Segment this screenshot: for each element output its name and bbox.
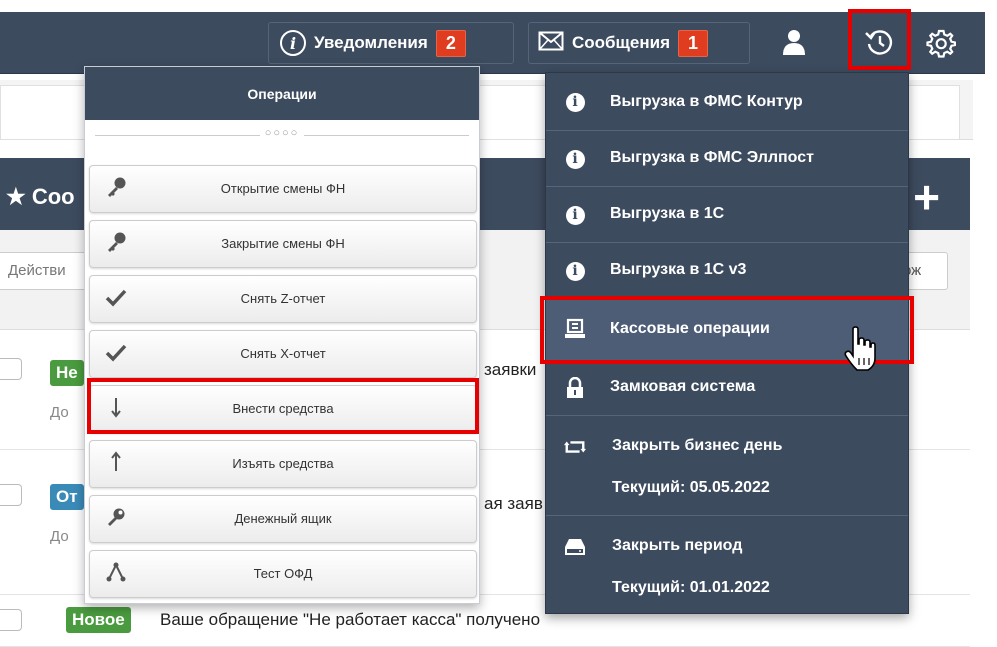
op-label: Изъять средства [232, 456, 334, 471]
history-icon[interactable] [864, 28, 894, 61]
info-icon: i [564, 204, 586, 226]
menu-item-label: Закрыть период [612, 537, 743, 554]
op-label: Закрытие смены ФН [221, 236, 345, 251]
row-checkbox[interactable] [0, 358, 22, 380]
gear-icon[interactable] [926, 28, 957, 63]
menu-item-subtitle: Текущий: 05.05.2022 [612, 479, 770, 496]
info-icon: i [280, 30, 306, 56]
row-subtitle: До [50, 404, 69, 421]
actions-dropdown[interactable]: Действи [0, 252, 92, 290]
op-label: Денежный ящик [234, 511, 332, 526]
menu-item-label: Кассовые операции [610, 320, 770, 337]
retweet-icon [564, 436, 586, 458]
user-icon[interactable] [782, 29, 806, 60]
lock-icon [564, 377, 586, 399]
cash-register-icon [564, 318, 586, 340]
status-badge: Новое [66, 607, 131, 633]
messages-button[interactable]: Сообщения 1 [538, 24, 708, 62]
notifications-button[interactable]: i Уведомления 2 [280, 24, 466, 62]
envelope-icon [538, 31, 564, 56]
menu-item-export-1c-v3[interactable]: i Выгрузка в 1С v3 [546, 243, 908, 299]
op-label: Тест ОФД [253, 566, 313, 581]
op-ofd-test-button[interactable]: Тест ОФД [89, 550, 477, 598]
messages-count-badge: 1 [677, 29, 708, 57]
row-title: ая заяв [484, 494, 543, 513]
op-close-shift-button[interactable]: Закрытие смены ФН [89, 220, 477, 268]
status-badge: Не [50, 360, 84, 386]
op-label: Снять X-отчет [240, 346, 326, 361]
op-label: Снять Z-отчет [240, 291, 326, 306]
op-label: Внести средства [232, 401, 334, 416]
menu-item-label: Выгрузка в ФМС Эллпост [610, 149, 814, 166]
menu-item-export-fms-ellpost[interactable]: i Выгрузка в ФМС Эллпост [546, 131, 908, 187]
messages-label: Сообщения [572, 33, 670, 52]
menu-item-close-business-day[interactable]: Закрыть бизнес день Текущий: 05.05.2022 [546, 416, 908, 516]
menu-item-label: Замковая система [610, 378, 756, 395]
hand-cursor-icon [843, 326, 877, 377]
op-label: Открытие смены ФН [220, 181, 346, 196]
row-checkbox[interactable] [0, 484, 22, 506]
op-withdraw-button[interactable]: Изъять средства [89, 440, 477, 488]
menu-item-close-period[interactable]: Закрыть период Текущий: 01.01.2022 [546, 516, 908, 615]
op-x-report-button[interactable]: Снять X-отчет [89, 330, 477, 378]
op-deposit-button[interactable]: Внести средства [89, 385, 477, 433]
notifications-count-badge: 2 [435, 29, 466, 57]
menu-item-export-1c[interactable]: i Выгрузка в 1С [546, 187, 908, 243]
panel-title: ★ Соо [6, 184, 75, 209]
info-icon: i [564, 148, 586, 170]
info-icon: i [564, 91, 586, 113]
op-z-report-button[interactable]: Снять Z-отчет [89, 275, 477, 323]
add-button[interactable]: + [913, 170, 940, 224]
status-badge: От [50, 484, 84, 510]
menu-item-label: Закрыть бизнес день [612, 437, 783, 454]
hdd-icon [564, 536, 586, 558]
notifications-label: Уведомления [314, 33, 428, 52]
menu-item-export-fms-kontur[interactable]: i Выгрузка в ФМС Контур [546, 73, 908, 131]
row-title: Ваше обращение "Не работает касса" получ… [160, 610, 541, 629]
op-cash-drawer-button[interactable]: Денежный ящик [89, 495, 477, 543]
row-subtitle: До [50, 528, 69, 545]
row-title: заявки [484, 360, 537, 379]
operations-menu: Операции ○○○○ Открытие смены ФН Закрытие… [84, 66, 480, 604]
menu-item-subtitle: Текущий: 01.01.2022 [612, 579, 770, 596]
operations-menu-title: Операции [85, 67, 479, 120]
menu-item-label: Выгрузка в ФМС Контур [610, 93, 803, 110]
op-open-shift-button[interactable]: Открытие смены ФН [89, 165, 477, 213]
info-icon: i [564, 260, 586, 282]
menu-divider: ○○○○ [85, 127, 479, 153]
row-checkbox[interactable] [0, 609, 22, 631]
menu-item-label: Выгрузка в 1С v3 [610, 261, 747, 278]
menu-item-label: Выгрузка в 1С [610, 205, 725, 222]
